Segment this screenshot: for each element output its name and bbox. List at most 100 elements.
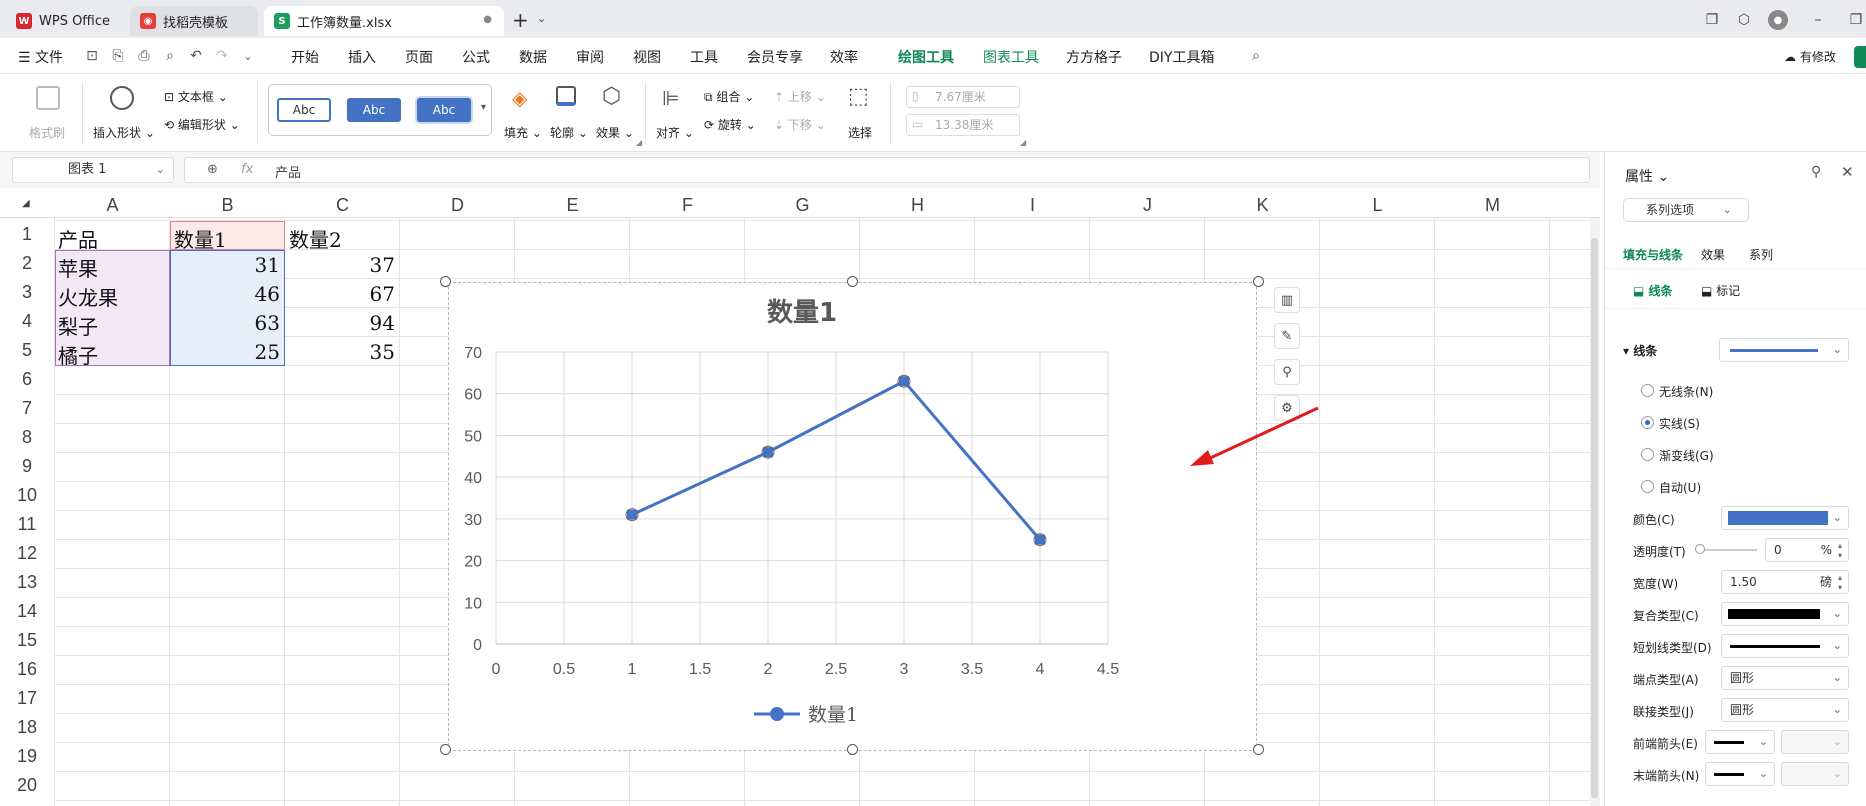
chart-elements-icon[interactable]: ▥ — [1274, 287, 1300, 313]
join-type-dropdown[interactable]: 圆形 ⌄ — [1721, 698, 1849, 722]
cube-icon[interactable]: ⬡ — [1734, 10, 1754, 30]
subtab-line[interactable]: ⬓ 线条 — [1633, 282, 1673, 299]
spinner-icon[interactable]: ▴ ▾ — [1838, 573, 1842, 593]
column-header-d[interactable]: D — [400, 192, 515, 218]
cell-b4[interactable]: 63 — [174, 311, 280, 335]
line-preset-dropdown[interactable]: ⌄ — [1719, 338, 1849, 362]
save-icon[interactable]: ⊡ — [84, 48, 100, 64]
gallery-more-icon[interactable]: ▾ — [481, 102, 486, 113]
shape-style-1[interactable]: Abc — [277, 98, 331, 122]
fx-icon[interactable]: fx — [241, 162, 253, 177]
menu-efficiency[interactable]: 效率 — [830, 47, 858, 67]
menu-start[interactable]: 开始 — [291, 47, 319, 67]
cell-c2[interactable]: 37 — [289, 253, 395, 277]
radio-auto-line[interactable] — [1641, 480, 1654, 493]
undo-icon[interactable]: ↶ — [188, 48, 204, 64]
width-input[interactable]: 1.50 磅 ▴ ▾ — [1721, 570, 1849, 594]
column-header-k[interactable]: K — [1205, 192, 1320, 218]
column-header-f[interactable]: F — [630, 192, 745, 218]
tab-effects[interactable]: 效果 — [1701, 246, 1725, 263]
radio-no-line[interactable] — [1641, 384, 1654, 397]
chevron-down-icon[interactable]: ⌄ — [537, 12, 546, 25]
cell-c5[interactable]: 35 — [289, 340, 395, 364]
scrollbar-thumb[interactable] — [1591, 238, 1598, 798]
format-painter-button[interactable]: 格式刷 — [29, 124, 65, 141]
avatar[interactable]: ● — [1768, 10, 1788, 30]
row-header-11[interactable]: 11 — [0, 514, 54, 535]
column-header-e[interactable]: E — [515, 192, 630, 218]
menu-tools[interactable]: 工具 — [690, 47, 718, 67]
cell-b2[interactable]: 31 — [174, 253, 280, 277]
modified-status[interactable]: ☁ 有修改 — [1784, 48, 1836, 65]
menu-chart-tools[interactable]: 图表工具 — [983, 47, 1039, 67]
resize-handle-sw[interactable] — [440, 744, 451, 755]
more-chevron-icon[interactable]: ⌄ — [240, 48, 256, 64]
cell-b5[interactable]: 25 — [174, 340, 280, 364]
spinner-icon[interactable]: ▴ ▾ — [1838, 541, 1842, 561]
tab-wps-office[interactable]: W WPS Office — [6, 6, 124, 36]
shape-height-input[interactable]: 7.67厘米 — [906, 86, 1020, 108]
column-header-j[interactable]: J — [1090, 192, 1205, 218]
name-box[interactable]: 图表 1 ⌄ — [12, 157, 174, 183]
row-header-4[interactable]: 4 — [0, 311, 54, 332]
cell-a4[interactable]: 梨子 — [58, 311, 98, 340]
menu-page[interactable]: 页面 — [405, 47, 433, 67]
resize-handle-s[interactable] — [847, 744, 858, 755]
rotate-button[interactable]: ⟳ 旋转 ⌄ — [704, 116, 756, 133]
select-all-icon[interactable]: ◢ — [22, 198, 30, 209]
redo-icon[interactable]: ↷ — [214, 48, 230, 64]
resize-handle-n[interactable] — [847, 276, 858, 287]
dash-type-dropdown[interactable]: ⌄ — [1721, 634, 1849, 658]
row-header-10[interactable]: 10 — [0, 485, 54, 506]
cap-type-dropdown[interactable]: 圆形 ⌄ — [1721, 666, 1849, 690]
end-arrow-size-dropdown[interactable]: ⌄ — [1781, 762, 1849, 786]
row-header-7[interactable]: 7 — [0, 398, 54, 419]
shape-style-2[interactable]: Abc — [347, 98, 401, 122]
tab-workbook[interactable]: S 工作簿数量.xlsx ● — [264, 6, 504, 36]
begin-arrow-type-dropdown[interactable]: ⌄ — [1705, 730, 1775, 754]
edit-shape-button[interactable]: ⟲ 编辑形状 ⌄ — [164, 116, 240, 133]
zoom-icon[interactable]: ⊕ — [207, 162, 218, 177]
fill-button[interactable]: 填充 ⌄ — [504, 124, 542, 141]
shape-style-3[interactable]: Abc — [417, 98, 471, 122]
tab-fill-and-line[interactable]: 填充与线条 — [1623, 246, 1683, 263]
file-menu[interactable]: ☰ 文件 — [18, 47, 63, 67]
unsaved-dot-icon[interactable]: ● — [483, 14, 492, 25]
menu-data[interactable]: 数据 — [519, 47, 547, 67]
radio-gradient-line[interactable] — [1641, 448, 1654, 461]
select-button[interactable]: 选择 — [848, 124, 872, 141]
tab-series[interactable]: 系列 — [1749, 246, 1773, 263]
effect-button[interactable]: 效果 ⌄ — [596, 124, 634, 141]
row-header-20[interactable]: 20 — [0, 775, 54, 796]
row-header-6[interactable]: 6 — [0, 369, 54, 390]
transparency-slider-thumb[interactable] — [1695, 544, 1705, 554]
column-header-c[interactable]: C — [285, 192, 400, 218]
menu-insert[interactable]: 插入 — [348, 47, 376, 67]
chart-filter-icon[interactable]: ⚲ — [1274, 359, 1300, 385]
tab-docer[interactable]: ◉ 找稻壳模板 — [130, 6, 258, 36]
menu-view[interactable]: 视图 — [633, 47, 661, 67]
column-header-a[interactable]: A — [55, 192, 170, 218]
print-icon[interactable]: ⎙ — [136, 48, 152, 64]
transparency-input[interactable]: 0% ▴ ▾ — [1765, 538, 1849, 562]
menu-review[interactable]: 审阅 — [576, 47, 604, 67]
cell-b1[interactable]: 数量1 — [174, 224, 227, 253]
row-header-1[interactable]: 1 — [0, 224, 54, 245]
radio-solid-line[interactable] — [1641, 416, 1654, 429]
compound-type-dropdown[interactable]: ⌄ — [1721, 602, 1849, 626]
row-header-13[interactable]: 13 — [0, 572, 54, 593]
row-header-3[interactable]: 3 — [0, 282, 54, 303]
row-header-19[interactable]: 19 — [0, 746, 54, 767]
export-icon[interactable]: ⎘ — [110, 48, 126, 64]
series-options-dropdown[interactable]: 系列选项 ⌄ — [1623, 198, 1749, 222]
cell-a1[interactable]: 产品 — [58, 224, 98, 253]
line-chart[interactable]: 数量1 0 10 20 30 40 50 60 70 0 0.5 1 1.5 2 2.5 3 3.5 4 4.5 数量… — [448, 282, 1257, 751]
search-icon[interactable]: ⌕ — [1248, 48, 1264, 64]
menu-fangfang[interactable]: 方方格子 — [1066, 47, 1122, 67]
row-header-8[interactable]: 8 — [0, 427, 54, 448]
resize-handle-ne[interactable] — [1253, 276, 1264, 287]
menu-formula[interactable]: 公式 — [462, 47, 490, 67]
cell-a3[interactable]: 火龙果 — [58, 282, 118, 311]
transparency-slider[interactable] — [1697, 549, 1757, 551]
subtab-marker[interactable]: ⬓ 标记 — [1701, 282, 1740, 299]
